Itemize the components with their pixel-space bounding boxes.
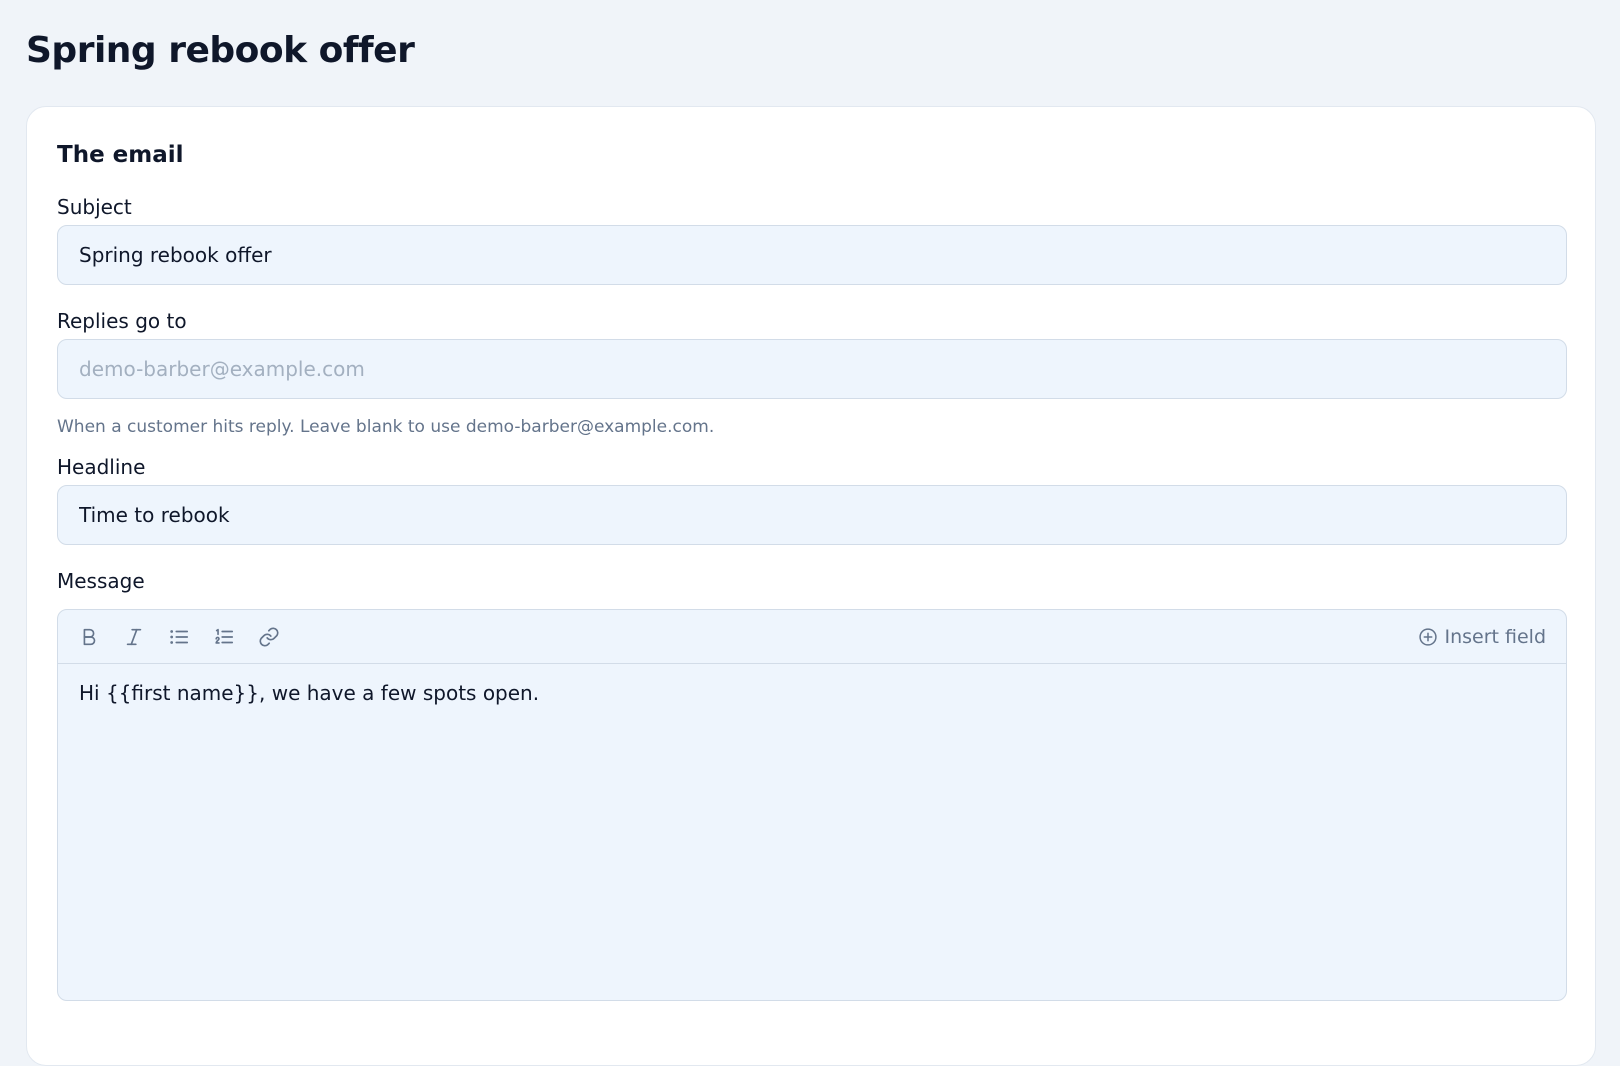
subject-label: Subject [57, 195, 132, 219]
email-card: The email Subject Replies go to When a c… [26, 106, 1596, 1066]
numbered-list-button[interactable] [209, 622, 239, 652]
plus-circle-icon [1419, 628, 1438, 646]
message-body[interactable]: Hi {{first name}}, we have a few spots o… [79, 678, 1545, 708]
editor-toolbar: Insert field [58, 610, 1566, 664]
reply-to-help-text: When a customer hits reply. Leave blank … [57, 417, 715, 437]
reply-to-input[interactable] [57, 339, 1567, 399]
message-label: Message [57, 569, 145, 593]
insert-field-button[interactable]: Insert field [1418, 622, 1546, 652]
link-button[interactable] [254, 622, 284, 652]
link-icon [259, 627, 279, 647]
page-title: Spring rebook offer [26, 30, 415, 71]
bullet-list-icon [170, 630, 189, 644]
section-title: The email [57, 142, 184, 168]
numbered-list-icon [215, 628, 234, 644]
message-editor[interactable]: Insert field Hi {{first name}}, we have … [57, 609, 1567, 1001]
headline-label: Headline [57, 455, 146, 479]
italic-button[interactable] [119, 622, 149, 652]
bold-icon [83, 628, 96, 646]
subject-input[interactable] [57, 225, 1567, 285]
reply-to-label: Replies go to [57, 309, 187, 333]
bullet-list-button[interactable] [164, 622, 194, 652]
headline-input[interactable] [57, 485, 1567, 545]
bold-button[interactable] [74, 622, 104, 652]
italic-icon [126, 628, 142, 646]
insert-field-label: Insert field [1444, 626, 1546, 648]
